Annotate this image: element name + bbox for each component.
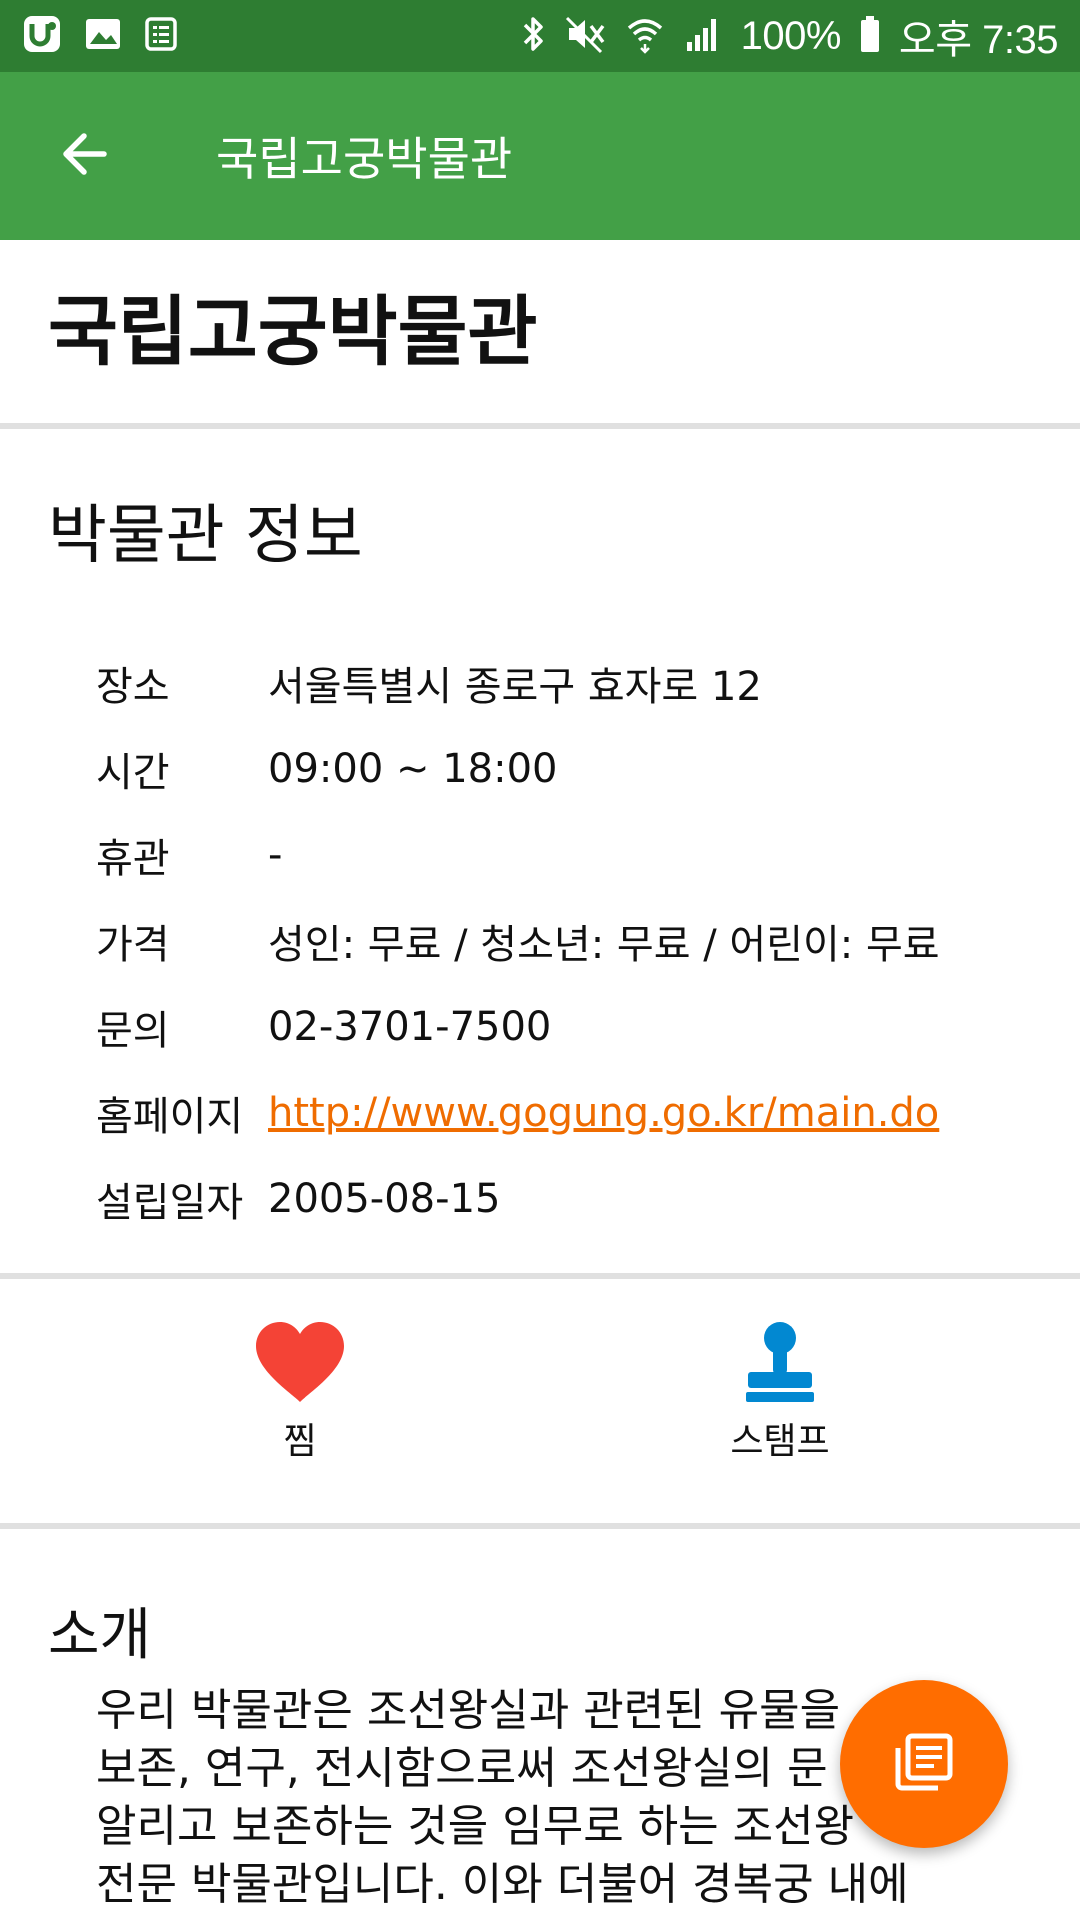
stamp-button[interactable]: 스탬프 (680, 1320, 880, 1464)
info-label: 휴관 (96, 836, 170, 882)
info-value-hours: 09:00 ~ 18:00 (268, 746, 558, 792)
signal-icon (683, 14, 723, 58)
info-row-location: 장소 서울특별시 종로구 효자로 12 (96, 640, 1036, 726)
status-bar-left (22, 14, 178, 58)
info-label: 시간 (96, 750, 170, 796)
app-bar-title: 국립고궁박물관 (216, 132, 513, 186)
back-button[interactable] (24, 96, 144, 216)
app-bar: 국립고궁박물관 (0, 72, 1080, 240)
homepage-link[interactable]: http://www.gogung.go.kr/main.do (268, 1090, 939, 1136)
bluetooth-icon (521, 14, 547, 58)
status-bar: 100% 오후 7:35 (0, 0, 1080, 72)
favorite-button[interactable]: 찜 (200, 1320, 400, 1464)
mute-icon (565, 14, 607, 58)
heart-icon (252, 1320, 348, 1408)
stamp-icon (742, 1320, 818, 1408)
divider (0, 423, 1080, 429)
info-row-contact: 문의 02-3701-7500 (96, 984, 1036, 1070)
info-label: 문의 (96, 1008, 170, 1054)
info-table: 장소 서울특별시 종로구 효자로 12 시간 09:00 ~ 18:00 휴관 … (96, 640, 1036, 1242)
list-icon (144, 16, 178, 56)
intro-line: 전문 박물관입니다. 이와 더불어 경복궁 내에 (96, 1859, 909, 1910)
info-row-closed: 휴관 - (96, 812, 1036, 898)
info-value-founded: 2005-08-15 (268, 1176, 501, 1222)
floating-action-button[interactable] (840, 1680, 1008, 1848)
info-row-hours: 시간 09:00 ~ 18:00 (96, 726, 1036, 812)
stamp-label: 스탬프 (730, 1421, 830, 1462)
info-row-price: 가격 성인: 무료 / 청소년: 무료 / 어린이: 무료 (96, 898, 1036, 984)
clock: 오후 7:35 (898, 18, 1059, 62)
info-row-homepage: 홈페이지 http://www.gogung.go.kr/main.do (96, 1070, 1036, 1156)
info-label: 설립일자 (96, 1180, 244, 1226)
info-label: 장소 (96, 664, 170, 710)
intro-line: 알리고 보존하는 것을 임무로 하는 조선왕 (96, 1801, 855, 1852)
divider (0, 1523, 1080, 1529)
u-plus-icon (22, 14, 62, 58)
info-value-closed: - (268, 832, 283, 878)
image-icon (84, 16, 122, 56)
status-bar-right: 100% 오후 7:35 (521, 7, 1059, 65)
arrow-left-icon (58, 128, 110, 184)
divider (0, 1273, 1080, 1279)
info-value-phone[interactable]: 02-3701-7500 (268, 1004, 551, 1050)
wifi-icon (625, 14, 665, 58)
document-list-icon (892, 1730, 956, 1798)
battery-icon (859, 14, 881, 58)
intro-body: 우리 박물관은 조선왕실과 관련된 유물을 보존, 연구, 전시함으로써 조선왕… (96, 1682, 976, 1914)
info-section-title: 박물관 정보 (48, 499, 363, 573)
favorite-label: 찜 (283, 1421, 317, 1462)
battery-percent: 100% (740, 13, 842, 58)
info-value-price: 성인: 무료 / 청소년: 무료 / 어린이: 무료 (268, 922, 940, 968)
intro-section-title: 소개 (48, 1603, 152, 1668)
info-label: 가격 (96, 922, 170, 968)
info-label: 홈페이지 (96, 1094, 244, 1140)
museum-name: 국립고궁박물관 (48, 287, 538, 376)
info-value-location: 서울특별시 종로구 효자로 12 (268, 664, 762, 710)
intro-line: 우리 박물관은 조선왕실과 관련된 유물을 (96, 1685, 841, 1736)
info-row-founded: 설립일자 2005-08-15 (96, 1156, 1036, 1242)
